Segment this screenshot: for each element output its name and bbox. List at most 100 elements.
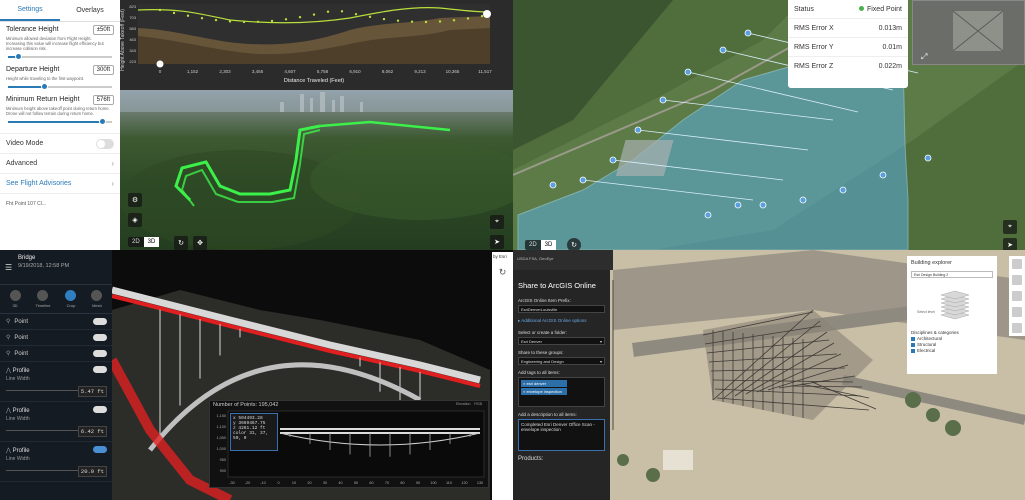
rtk-status-card: Status Fixed Point RMS Error X 0.013m RM… <box>788 0 908 88</box>
chevron-down-icon: ▾ <box>599 359 602 364</box>
mapping-mode-3d-button[interactable]: 3D <box>540 240 557 250</box>
profile-item-2[interactable]: ⋀ Profile Line Width 6.42 ft <box>0 402 112 442</box>
tolerance-hint: Minimum allowed deviation from Flight He… <box>6 36 104 51</box>
rms-y-row: RMS Error Y 0.01m <box>788 38 908 57</box>
tab-overlays[interactable]: Overlays <box>60 0 120 21</box>
tolerance-input[interactable]: ±50ft <box>92 25 114 35</box>
rotate-icon[interactable]: ↻ <box>174 236 188 250</box>
departure-slider[interactable] <box>8 83 112 90</box>
section-xtick: 30 <box>323 481 327 485</box>
mapping-mode-2d-button[interactable]: 2D <box>525 240 541 250</box>
building-explorer-title: Building explorer <box>911 260 952 266</box>
mode-3d[interactable]: 3D <box>9 290 21 308</box>
share-top-strip: USDA FSA, GeoEye <box>513 250 613 270</box>
additional-options-link[interactable]: ▸ Additional ArcGIS Online options <box>518 318 605 324</box>
departure-input[interactable]: 300ft <box>92 65 114 75</box>
line-width-slider[interactable] <box>6 390 82 391</box>
min-return-slider[interactable] <box>8 118 112 125</box>
layer-toggle[interactable] <box>93 318 107 325</box>
profile-item-3[interactable]: ⋀ Profile Line Width 20.0 ft <box>0 442 112 482</box>
line-width-input[interactable]: 20.0 ft <box>77 466 107 477</box>
building-tool-icon[interactable] <box>1012 323 1022 333</box>
tag-label: envelope inspection <box>526 389 562 394</box>
settings-tabs: Settings Overlays <box>0 0 120 22</box>
profile-waypoint <box>298 15 302 19</box>
flight-3d-map[interactable] <box>120 90 513 250</box>
settings-gear-icon[interactable]: ⚙ <box>128 193 142 207</box>
section-x-ticks: -30 -20 -10 0 10 20 30 40 50 60 70 80 90 100 110 120 130 <box>229 481 483 485</box>
tags-input[interactable]: × esri denver × envelope inspection <box>518 377 605 407</box>
layer-point-1[interactable]: ⚲ Point <box>0 314 112 330</box>
legend-rgb[interactable]: RGB <box>474 402 482 406</box>
slice-tool-icon[interactable] <box>1012 291 1022 301</box>
description-input[interactable]: Completed Esri Denver Office Scan - enve… <box>518 419 605 451</box>
menu-icon[interactable]: ☰ <box>5 263 12 272</box>
locate-icon[interactable]: ⌖ <box>490 215 504 229</box>
category-structural[interactable]: Structural <box>911 342 993 347</box>
basemap-tool-icon[interactable] <box>1012 275 1022 285</box>
tolerance-slider[interactable] <box>8 53 112 60</box>
mode-3d-button[interactable]: 3D <box>143 237 160 247</box>
category-electrical[interactable]: Electrical <box>911 348 993 353</box>
profile-toggle[interactable] <box>93 366 107 373</box>
profile-waypoint <box>256 20 260 24</box>
prefix-input[interactable]: EsriDenverLouisville <box>518 305 605 313</box>
camera-thumbnail[interactable]: ⤢ <box>912 0 1025 65</box>
building-explorer-widget: Building explorer Esri Design Building 2… <box>907 256 997 374</box>
advisories-row[interactable]: See Flight Advisories › <box>0 173 120 193</box>
tag-chip[interactable]: × envelope inspection <box>521 388 567 395</box>
control-point <box>549 181 557 189</box>
layer-toggle[interactable] <box>93 334 107 341</box>
chevron-down-icon: ▾ <box>599 339 602 344</box>
section-ytick: 900 <box>220 469 226 473</box>
mapping-rotate-icon[interactable]: ↻ <box>567 238 581 250</box>
building-select[interactable]: Esri Design Building 2 <box>911 271 993 278</box>
category-architectural[interactable]: Architectural <box>911 336 993 341</box>
home-icon <box>156 60 164 68</box>
end-marker-icon <box>483 10 491 18</box>
folder-select[interactable]: Esri Denver ▾ <box>518 337 605 345</box>
mode-crop[interactable]: Crop <box>65 290 77 308</box>
layers-tool-icon[interactable] <box>1012 259 1022 269</box>
tag-chip[interactable]: × esri denver <box>521 380 567 387</box>
level-stack[interactable]: Select level <box>911 283 993 327</box>
refresh-icon[interactable]: ↻ <box>492 267 513 278</box>
profile-waypoint <box>382 17 386 21</box>
layers-icon[interactable]: ◈ <box>128 213 142 227</box>
profile-waypoint <box>186 14 190 17</box>
compass-icon[interactable]: ➤ <box>490 235 504 249</box>
measure-tool-icon[interactable] <box>1012 307 1022 317</box>
tab-settings[interactable]: Settings <box>0 0 60 21</box>
profile-toggle[interactable] <box>93 446 107 453</box>
profile-toggle[interactable] <box>93 406 107 413</box>
line-width-input[interactable]: 5.47 ft <box>77 386 107 397</box>
mode-timeline[interactable]: Timeline <box>35 290 51 308</box>
profile-waypoint <box>326 10 330 13</box>
min-return-input[interactable]: 576ft <box>92 95 114 105</box>
line-width-input[interactable]: 6.42 ft <box>77 426 107 437</box>
departure-hint: Height while traveling to the first wayp… <box>6 76 85 81</box>
pan-icon[interactable]: ✥ <box>193 236 207 250</box>
section-xtick: 70 <box>385 481 389 485</box>
profile-item-1[interactable]: ⋀ Profile Line Width 5.47 ft <box>0 362 112 402</box>
mapping-compass-icon[interactable]: ➤ <box>1003 238 1017 250</box>
section-xtick: 60 <box>369 481 373 485</box>
video-mode-toggle[interactable] <box>96 138 114 149</box>
layer-point-3[interactable]: ⚲ Point <box>0 346 112 362</box>
line-width-slider[interactable] <box>6 430 82 431</box>
advanced-row[interactable]: Advanced › <box>0 153 120 173</box>
advisories-link[interactable]: See Flight Advisories <box>6 180 71 187</box>
profile-y-ticks: 823 703 583 463 343 223 <box>129 4 136 64</box>
groups-select[interactable]: Engineering and Design ▾ <box>518 357 605 365</box>
layer-toggle[interactable] <box>93 350 107 357</box>
section-xtick: 80 <box>400 481 404 485</box>
expand-icon[interactable]: ⤢ <box>920 52 927 61</box>
mapping-locate-icon[interactable]: ⌖ <box>1003 220 1017 234</box>
legend-elevation[interactable]: Elevation <box>456 402 470 406</box>
layer-label: Point <box>14 350 29 357</box>
mode-timeline-label: Timeline <box>35 303 51 308</box>
line-width-slider[interactable] <box>6 470 82 471</box>
mode-2d-button[interactable]: 2D <box>128 237 144 247</box>
mode-mesh[interactable]: Mesh <box>91 290 103 308</box>
layer-point-2[interactable]: ⚲ Point <box>0 330 112 346</box>
